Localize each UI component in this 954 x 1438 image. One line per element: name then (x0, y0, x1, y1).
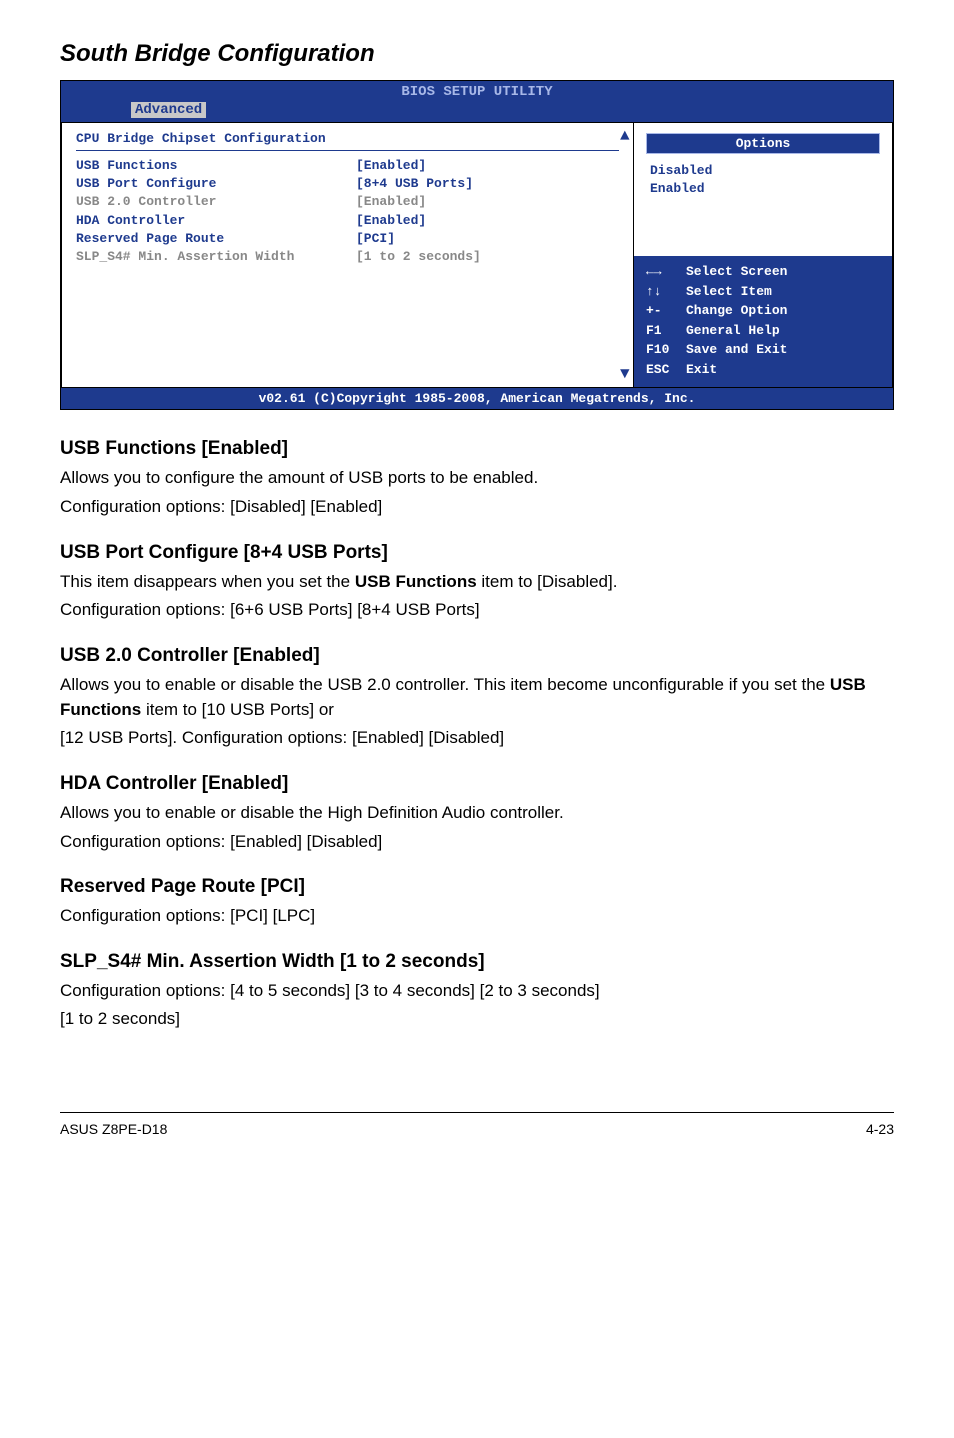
usb-functions-bold: USB Functions (355, 572, 477, 591)
bios-setting-label: USB Port Configure (76, 175, 356, 193)
help-key: ESC (646, 360, 686, 380)
help-key: F1 (646, 321, 686, 341)
bios-footer: v02.61 (C)Copyright 1985-2008, American … (61, 388, 893, 409)
usb-port-configure-text1: This item disappears when you set the US… (60, 570, 894, 595)
bios-tabs: Advanced (61, 100, 893, 122)
section-title: South Bridge Configuration (60, 40, 894, 68)
bios-setting-label: USB Functions (76, 157, 356, 175)
text-prefix: This item disappears when you set the (60, 572, 355, 591)
help-text: Save and Exit (686, 340, 787, 360)
usb-20-controller-text1: Allows you to enable or disable the USB … (60, 673, 894, 722)
bios-setting-row[interactable]: Reserved Page Route[PCI] (76, 230, 619, 248)
bios-left-panel: CPU Bridge Chipset Configuration USB Fun… (61, 122, 633, 388)
help-key: +- (646, 301, 686, 321)
text-suffix: item to [Disabled]. (477, 572, 618, 591)
option-item[interactable]: Enabled (650, 180, 876, 198)
bios-setting-value: [Enabled] (356, 193, 619, 211)
bios-setting-row[interactable]: USB Functions[Enabled] (76, 157, 619, 175)
option-item[interactable]: Disabled (650, 162, 876, 180)
hda-controller-title: HDA Controller [Enabled] (60, 773, 894, 795)
help-row: ↑↓Select Item (646, 282, 880, 302)
bios-setting-value: [PCI] (356, 230, 619, 248)
slp-s4-text2: [1 to 2 seconds] (60, 1007, 894, 1032)
help-text: Select Item (686, 282, 772, 302)
bios-panel-title: CPU Bridge Chipset Configuration (76, 131, 619, 151)
tab-advanced[interactable]: Advanced (131, 102, 206, 118)
bios-setting-label: USB 2.0 Controller (76, 193, 356, 211)
page-footer: ASUS Z8PE-D18 4-23 (60, 1112, 894, 1137)
reserved-page-route-title: Reserved Page Route [PCI] (60, 876, 894, 898)
options-list: DisabledEnabled (634, 160, 892, 206)
help-row: F1General Help (646, 321, 880, 341)
usb-port-configure-text2: Configuration options: [6+6 USB Ports] [… (60, 598, 894, 623)
usb-20-controller-title: USB 2.0 Controller [Enabled] (60, 645, 894, 667)
help-text: Select Screen (686, 262, 787, 282)
bios-setting-value: [Enabled] (356, 157, 619, 175)
bios-setting-label: SLP_S4# Min. Assertion Width (76, 248, 356, 266)
text-prefix: Allows you to enable or disable the USB … (60, 675, 830, 694)
slp-s4-text1: Configuration options: [4 to 5 seconds] … (60, 979, 894, 1004)
bios-setting-label: Reserved Page Route (76, 230, 356, 248)
bios-setup-utility: BIOS SETUP UTILITY Advanced CPU Bridge C… (60, 80, 894, 410)
help-row: F10Save and Exit (646, 340, 880, 360)
help-text: Change Option (686, 301, 787, 321)
bios-setting-row[interactable]: SLP_S4# Min. Assertion Width[1 to 2 seco… (76, 248, 619, 266)
help-row: ESCExit (646, 360, 880, 380)
text-suffix: item to [10 USB Ports] or (141, 700, 334, 719)
slp-s4-title: SLP_S4# Min. Assertion Width [1 to 2 sec… (60, 951, 894, 973)
scroll-up-icon[interactable]: ▲ (620, 127, 630, 145)
hda-controller-text2: Configuration options: [Enabled] [Disabl… (60, 830, 894, 855)
bios-header-title: BIOS SETUP UTILITY (61, 81, 893, 100)
bios-setting-row[interactable]: HDA Controller[Enabled] (76, 212, 619, 230)
bios-setting-value: [1 to 2 seconds] (356, 248, 619, 266)
help-text: General Help (686, 321, 780, 341)
help-key: ←→ (646, 262, 686, 282)
bios-help-panel: ←→Select Screen↑↓Select Item+-Change Opt… (634, 256, 892, 387)
bios-setting-value: [8+4 USB Ports] (356, 175, 619, 193)
help-key: ↑↓ (646, 282, 686, 302)
help-row: ←→Select Screen (646, 262, 880, 282)
bios-setting-value: [Enabled] (356, 212, 619, 230)
hda-controller-text1: Allows you to enable or disable the High… (60, 801, 894, 826)
usb-functions-text2: Configuration options: [Disabled] [Enabl… (60, 495, 894, 520)
footer-right: 4-23 (866, 1121, 894, 1137)
reserved-page-route-text1: Configuration options: [PCI] [LPC] (60, 904, 894, 929)
bios-setting-row[interactable]: USB 2.0 Controller[Enabled] (76, 193, 619, 211)
bios-setting-label: HDA Controller (76, 212, 356, 230)
options-title: Options (646, 133, 880, 154)
usb-20-controller-text2: [12 USB Ports]. Configuration options: [… (60, 726, 894, 751)
help-text: Exit (686, 360, 717, 380)
scroll-down-icon[interactable]: ▼ (620, 365, 630, 383)
usb-port-configure-title: USB Port Configure [8+4 USB Ports] (60, 542, 894, 564)
footer-left: ASUS Z8PE-D18 (60, 1121, 167, 1137)
usb-functions-title: USB Functions [Enabled] (60, 438, 894, 460)
bios-setting-row[interactable]: USB Port Configure[8+4 USB Ports] (76, 175, 619, 193)
help-key: F10 (646, 340, 686, 360)
help-row: +-Change Option (646, 301, 880, 321)
bios-right-panel: ▲ ▼ Options DisabledEnabled ←→Select Scr… (633, 122, 893, 388)
usb-functions-text1: Allows you to configure the amount of US… (60, 466, 894, 491)
